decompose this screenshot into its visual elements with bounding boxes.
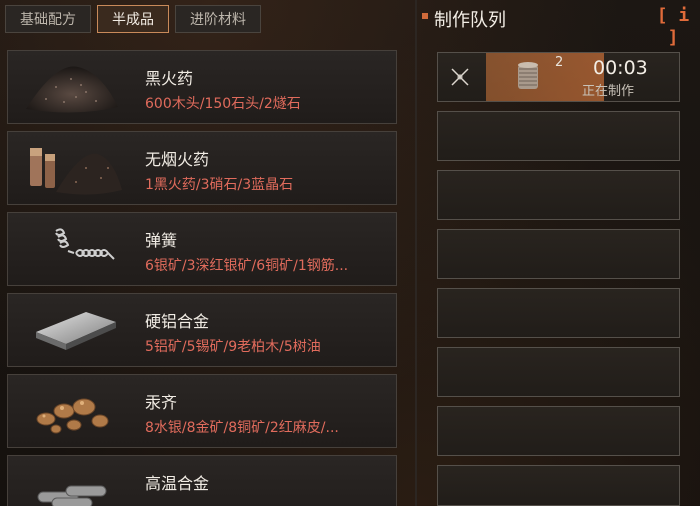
recipe-materials: 5铝矿/5锡矿/9老柏木/5树油 <box>145 339 321 355</box>
queue-slot-active[interactable]: 2 00:03 正在制作 <box>437 52 680 102</box>
recipe-item-duralumin[interactable]: 硬铝合金 5铝矿/5锡矿/9老柏木/5树油 <box>7 293 397 367</box>
recipe-name: 弹簧 <box>145 231 178 250</box>
recipe-item-smokeless-powder[interactable]: 无烟火药 1黑火药/3硝石/3蓝晶石 <box>7 131 397 205</box>
superalloy-icon <box>37 485 107 506</box>
queue-slot-empty <box>437 406 680 456</box>
duralumin-icon <box>36 312 116 350</box>
smokeless-powder-icon <box>30 148 122 195</box>
panel-divider <box>415 0 417 506</box>
crafting-queue-title: 制作队列 <box>434 10 506 31</box>
recipe-item-amalgam[interactable]: 汞齐 8水银/8金矿/8铜矿/2红麻皮/... <box>7 374 397 448</box>
recipe-category-tabs: 基础配方 半成品 进阶材料 <box>5 5 261 33</box>
recipe-name: 汞齐 <box>145 393 178 412</box>
tab-semi-finished[interactable]: 半成品 <box>97 5 169 33</box>
craft-timer: 00:03 <box>593 57 648 79</box>
tab-advanced-materials[interactable]: 进阶材料 <box>175 5 261 33</box>
recipe-item-superalloy[interactable]: 高温合金 <box>7 455 397 506</box>
tab-basic-recipes[interactable]: 基础配方 <box>5 5 91 33</box>
recipe-list: 黑火药 600木头/150石头/2燧石 无烟火药 1黑火药/3硝石/3蓝晶石 弹… <box>7 50 397 506</box>
queue-slot-empty <box>437 465 680 506</box>
queue-slot-empty <box>437 288 680 338</box>
recipe-materials: 8水银/8金矿/8铜矿/2红麻皮/... <box>145 420 339 436</box>
recipe-name: 无烟火药 <box>145 150 210 169</box>
crafting-queue-header: 制作队列 [ i ] <box>420 4 700 48</box>
amalgam-icon <box>36 398 109 434</box>
black-powder-icon <box>26 66 118 113</box>
spring-icon <box>55 228 115 260</box>
recipe-name: 黑火药 <box>145 69 194 88</box>
square-bullet-icon <box>422 13 428 19</box>
recipe-item-black-powder[interactable]: 黑火药 600木头/150石头/2燧石 <box>7 50 397 124</box>
queue-slot-empty <box>437 347 680 397</box>
cancel-craft-icon[interactable] <box>448 65 472 89</box>
recipe-materials: 600木头/150石头/2燧石 <box>145 96 301 112</box>
craft-count: 2 <box>555 55 564 70</box>
recipe-item-spring[interactable]: 弹簧 6银矿/3深红银矿/6铜矿/1钢筋... <box>7 212 397 286</box>
info-button[interactable]: [ i ] <box>656 5 690 48</box>
craft-status: 正在制作 <box>582 84 635 99</box>
recipe-materials: 6银矿/3深红银矿/6铜矿/1钢筋... <box>145 258 349 274</box>
recipe-name: 高温合金 <box>145 474 210 493</box>
queue-slot-empty <box>437 170 680 220</box>
wire-spool-icon <box>518 62 538 89</box>
recipe-materials: 1黑火药/3硝石/3蓝晶石 <box>145 177 294 193</box>
queue-slot-empty <box>437 111 680 161</box>
queue-slot-empty <box>437 229 680 279</box>
recipe-name: 硬铝合金 <box>145 312 210 331</box>
